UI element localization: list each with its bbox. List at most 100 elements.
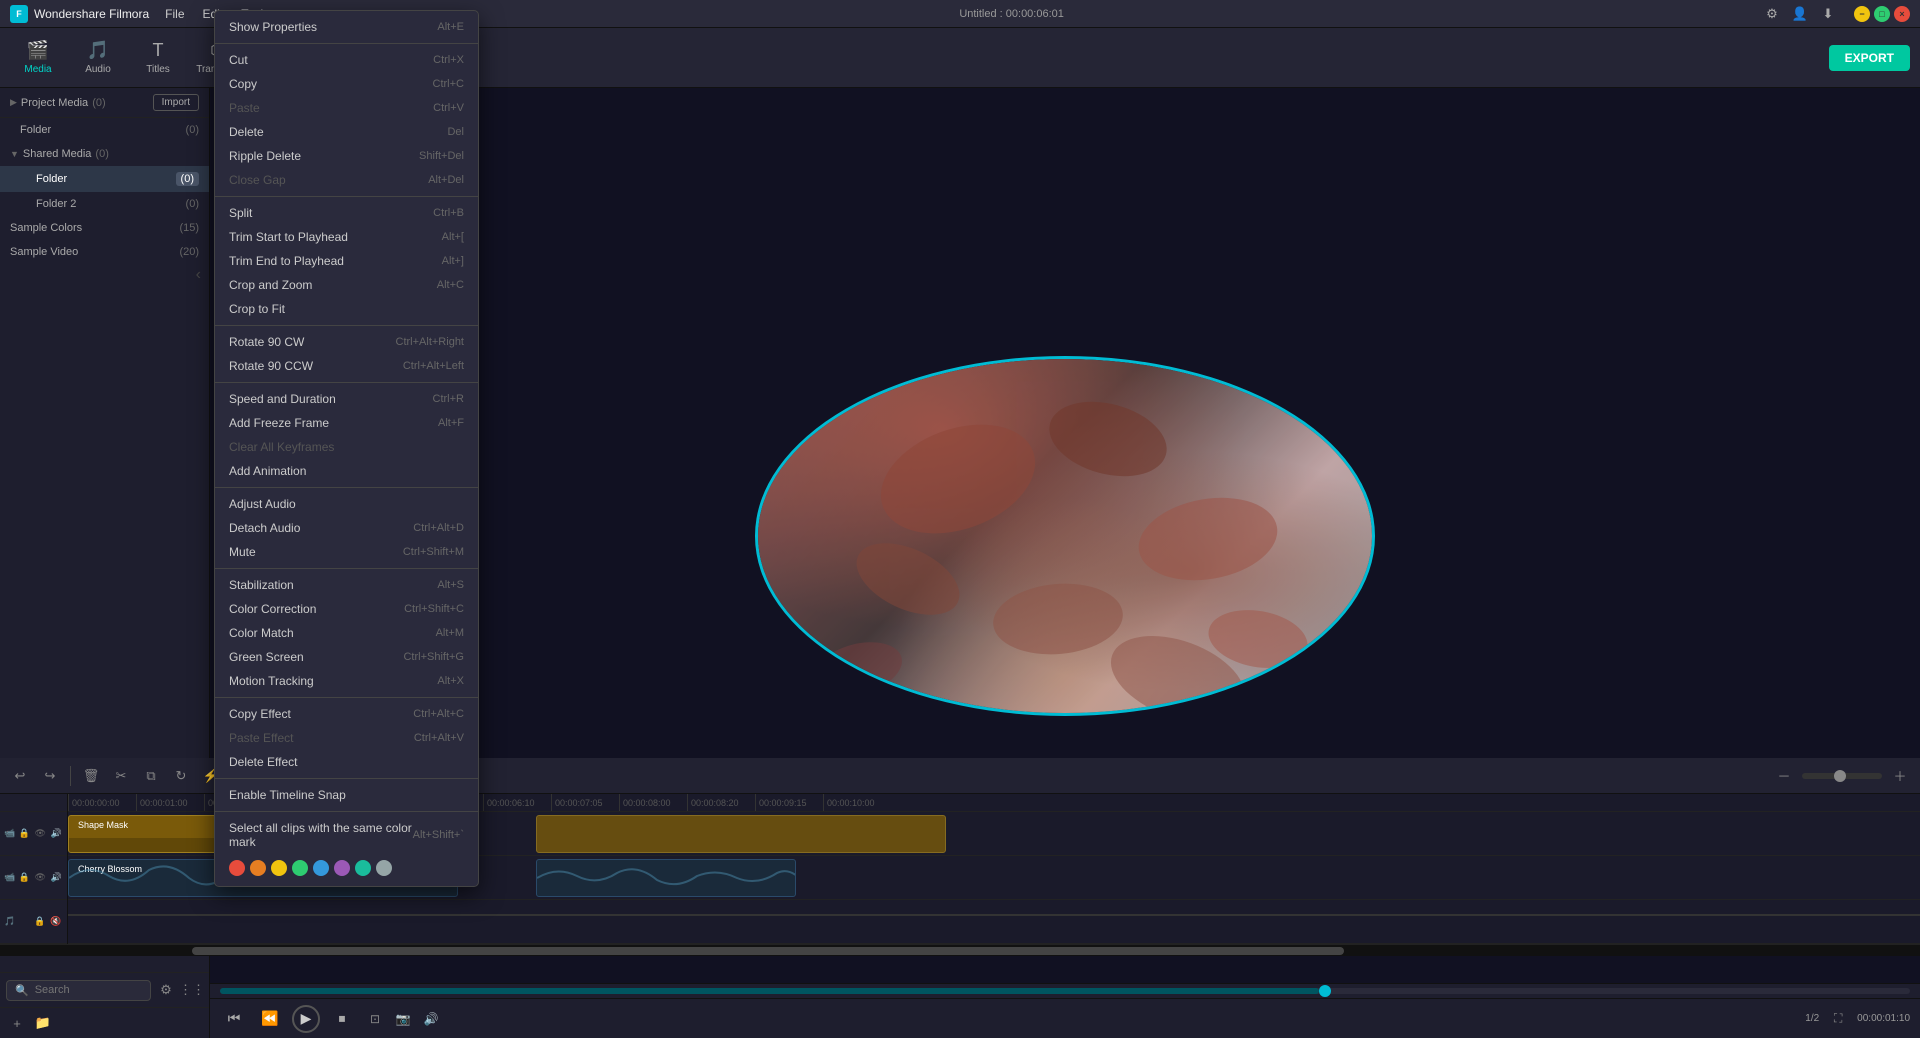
download-icon[interactable]: ⬇: [1818, 4, 1838, 24]
zoom-slider[interactable]: [1802, 773, 1882, 779]
ruler-10: 00:00:09:15: [755, 794, 823, 811]
ctx-item-label: Paste Effect: [229, 731, 293, 745]
handle-tr[interactable]: [1313, 394, 1323, 404]
ctx-item-add-freeze-frame[interactable]: Add Freeze FrameAlt+F: [215, 411, 478, 435]
ctx-item-rotate-90-ccw[interactable]: Rotate 90 CCWCtrl+Alt+Left: [215, 354, 478, 378]
cut-clip-button[interactable]: ✂: [109, 764, 133, 788]
window-title: Untitled : 00:00:06:01: [959, 8, 1064, 20]
ctx-item-mute[interactable]: MuteCtrl+Shift+M: [215, 540, 478, 564]
notification-icon[interactable]: ⚙: [1762, 4, 1782, 24]
ctx-item-shortcut: Alt+C: [437, 279, 464, 291]
redo-button[interactable]: ↪: [38, 764, 62, 788]
clip-v1-cont[interactable]: [536, 815, 946, 853]
ctx-item-select-all-clips-with-the-same-color-mark[interactable]: Select all clips with the same color mar…: [215, 816, 478, 854]
close-button[interactable]: ×: [1894, 6, 1910, 22]
ctx-item-cut[interactable]: CutCtrl+X: [215, 48, 478, 72]
clip-v2-second[interactable]: [536, 859, 796, 897]
ctx-item-shortcut: Ctrl+Alt+Left: [403, 360, 464, 372]
color-mark-6[interactable]: [355, 860, 371, 876]
ctx-item-label: Copy Effect: [229, 707, 291, 721]
maximize-button[interactable]: □: [1874, 6, 1890, 22]
track-audio-v1[interactable]: 🔊: [49, 827, 63, 841]
track-audio-v2[interactable]: 🔊: [49, 871, 63, 885]
color-mark-1[interactable]: [250, 860, 266, 876]
camera-icon-2: 📹: [4, 872, 15, 883]
ctx-item-rotate-90-cw[interactable]: Rotate 90 CWCtrl+Alt+Right: [215, 330, 478, 354]
export-button[interactable]: EXPORT: [1829, 45, 1910, 71]
toolbar-audio-tab[interactable]: 🎵 Audio: [70, 32, 126, 84]
color-mark-5[interactable]: [334, 860, 350, 876]
ctx-item-copy-effect[interactable]: Copy EffectCtrl+Alt+C: [215, 702, 478, 726]
ctx-item-stabilization[interactable]: StabilizationAlt+S: [215, 573, 478, 597]
track-mute-a1[interactable]: 🔇: [49, 915, 63, 929]
audio-icon: 🎵: [87, 40, 109, 61]
timeline-scrollbar[interactable]: [0, 944, 1920, 956]
context-menu-separator: [215, 325, 478, 326]
tl-divider-1: [70, 766, 71, 786]
color-mark-7[interactable]: [376, 860, 392, 876]
zoom-handle[interactable]: [1834, 770, 1846, 782]
track-lock-v1[interactable]: 🔒: [17, 827, 31, 841]
ctx-item-add-animation[interactable]: Add Animation: [215, 459, 478, 483]
sample-colors-item[interactable]: Sample Colors (15): [0, 216, 209, 240]
folder2-item[interactable]: Folder 2 (0): [0, 192, 209, 216]
ctx-item-motion-tracking[interactable]: Motion TrackingAlt+X: [215, 669, 478, 693]
zoom-in-button[interactable]: ＋: [1888, 764, 1912, 788]
ctx-item-color-match[interactable]: Color MatchAlt+M: [215, 621, 478, 645]
color-mark-0[interactable]: [229, 860, 245, 876]
import-button[interactable]: Import: [153, 94, 199, 111]
ctx-item-color-correction[interactable]: Color CorrectionCtrl+Shift+C: [215, 597, 478, 621]
ctx-item-copy[interactable]: CopyCtrl+C: [215, 72, 478, 96]
music-icon: 🎵: [4, 916, 15, 927]
color-mark-4[interactable]: [313, 860, 329, 876]
ctx-item-split[interactable]: SplitCtrl+B: [215, 201, 478, 225]
ctx-item-shortcut: Alt+Del: [428, 174, 464, 186]
track-lock-v2[interactable]: 🔒: [17, 871, 31, 885]
zoom-out-button[interactable]: －: [1772, 764, 1796, 788]
ctx-item-crop-to-fit[interactable]: Crop to Fit: [215, 297, 478, 321]
handle-bl[interactable]: [807, 667, 817, 677]
ctx-item-trim-start-to-playhead[interactable]: Trim Start to PlayheadAlt+[: [215, 225, 478, 249]
track-eye-v1[interactable]: 👁: [33, 827, 47, 841]
toolbar-media-tab[interactable]: 🎬 Media: [10, 32, 66, 84]
undo-button[interactable]: ↩: [8, 764, 32, 788]
ctx-item-crop-and-zoom[interactable]: Crop and ZoomAlt+C: [215, 273, 478, 297]
ctx-item-ripple-delete[interactable]: Ripple DeleteShift+Del: [215, 144, 478, 168]
ctx-item-shortcut: Ctrl+Shift+C: [404, 603, 464, 615]
ctx-item-detach-audio[interactable]: Detach AudioCtrl+Alt+D: [215, 516, 478, 540]
menu-file[interactable]: File: [157, 5, 192, 23]
context-menu-separator: [215, 778, 478, 779]
folder-item[interactable]: Folder (0): [0, 118, 209, 142]
ctx-item-shortcut: Ctrl+Shift+M: [403, 546, 464, 558]
ctx-item-adjust-audio[interactable]: Adjust Audio: [215, 492, 478, 516]
track-row-a1: [68, 900, 1920, 944]
ctx-item-shortcut: Ctrl+X: [433, 54, 464, 66]
handle-tl[interactable]: [807, 394, 817, 404]
color-mark-3[interactable]: [292, 860, 308, 876]
ctx-item-show-properties[interactable]: Show PropertiesAlt+E: [215, 15, 478, 39]
ctx-item-speed-and-duration[interactable]: Speed and DurationCtrl+R: [215, 387, 478, 411]
media-label: Media: [24, 64, 51, 75]
ctx-item-green-screen[interactable]: Green ScreenCtrl+Shift+G: [215, 645, 478, 669]
track-label-a1: 🎵 🔒 🔇: [0, 900, 67, 944]
ctx-item-enable-timeline-snap[interactable]: Enable Timeline Snap: [215, 783, 478, 807]
clone-button[interactable]: ⧉: [139, 764, 163, 788]
scrollbar-thumb[interactable]: [192, 947, 1344, 955]
sample-video-item[interactable]: Sample Video (20): [0, 240, 209, 264]
ctx-item-label: Detach Audio: [229, 521, 300, 535]
track-lock-a1[interactable]: 🔒: [33, 915, 47, 929]
folder-selected-item[interactable]: Folder (0): [0, 166, 209, 192]
ctx-item-trim-end-to-playhead[interactable]: Trim End to PlayheadAlt+]: [215, 249, 478, 273]
ctx-item-label: Copy: [229, 77, 257, 91]
track-eye-v2[interactable]: 👁: [33, 871, 47, 885]
rotate-button[interactable]: ↻: [169, 764, 193, 788]
handle-br[interactable]: [1313, 667, 1323, 677]
toolbar-titles-tab[interactable]: T Titles: [130, 32, 186, 84]
delete-clip-button[interactable]: 🗑: [79, 764, 103, 788]
ctx-item-label: Adjust Audio: [229, 497, 296, 511]
minimize-button[interactable]: −: [1854, 6, 1870, 22]
account-icon[interactable]: 👤: [1790, 4, 1810, 24]
color-mark-2[interactable]: [271, 860, 287, 876]
ctx-item-delete[interactable]: DeleteDel: [215, 120, 478, 144]
ctx-item-delete-effect[interactable]: Delete Effect: [215, 750, 478, 774]
